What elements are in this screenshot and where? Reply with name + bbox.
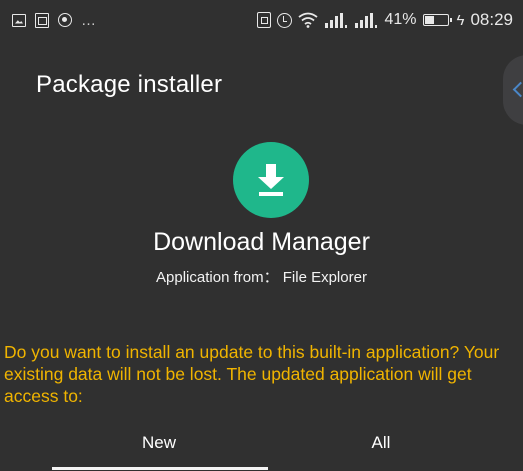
installer-screen: … 41% ϟ 08:29 Package installer Download… [0, 0, 523, 471]
charging-bolt-icon: ϟ [456, 11, 465, 29]
app-source-label: Application from： File Explorer [156, 269, 367, 286]
status-bar-left: … [12, 12, 97, 29]
tab-all[interactable]: All [271, 430, 491, 468]
download-manager-app-icon [233, 142, 309, 218]
app-name: Download Manager [153, 228, 370, 256]
status-clock: 08:29 [470, 10, 513, 29]
battery-percentage: 41% [384, 11, 417, 28]
status-bar: … 41% ϟ 08:29 [0, 0, 523, 40]
floating-edge-button[interactable] [503, 55, 523, 125]
wifi-icon [298, 12, 319, 28]
image-notification-icon [12, 13, 26, 27]
update-permission-message: Do you want to install an update to this… [4, 342, 500, 406]
signal-strength-1-icon [324, 12, 348, 28]
status-bar-right: 41% ϟ 08:29 [257, 10, 513, 30]
more-notifications-icon: … [81, 11, 97, 29]
page-title: Package installer [36, 71, 223, 98]
record-icon [58, 13, 72, 27]
download-arrow-icon [258, 164, 284, 196]
battery-icon [422, 14, 452, 26]
signal-strength-2-icon [354, 12, 378, 28]
permission-tabs: New All [0, 430, 523, 471]
tab-new[interactable]: New [49, 430, 269, 468]
tab-selection-indicator [52, 467, 268, 470]
document-notification-icon [35, 12, 49, 28]
sim-card-icon [257, 12, 272, 28]
alarm-icon [277, 12, 293, 28]
